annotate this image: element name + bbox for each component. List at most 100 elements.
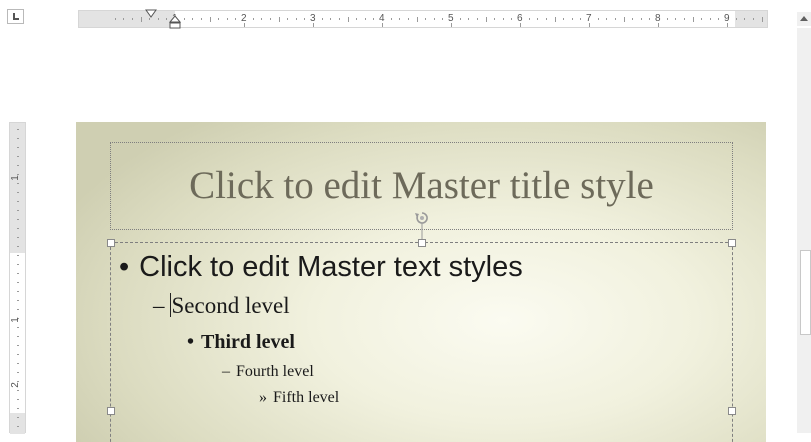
ruler-tick [287, 18, 289, 20]
ruler-tick [356, 18, 358, 20]
first-line-indent-icon[interactable] [145, 9, 157, 19]
ruler-major-tick [382, 23, 383, 27]
ruler-tick [183, 18, 185, 20]
ruler-tick [407, 18, 409, 20]
ruler-major-tick [451, 23, 452, 27]
ruler-tick [364, 18, 366, 20]
text-level-1-label: Click to edit Master text styles [139, 251, 523, 283]
ruler-tick [623, 16, 625, 22]
ruler-major-tick [727, 23, 728, 27]
ruler-tick [17, 417, 19, 418]
ruler-tick [347, 16, 349, 22]
ruler-tick [17, 309, 19, 310]
ruler-tick [528, 18, 530, 20]
ruler-tick [269, 18, 271, 20]
ruler-tick [399, 18, 401, 20]
slide-master-canvas[interactable]: Click to edit Master title style • Click … [76, 122, 766, 442]
tab-stop-selector-button[interactable] [7, 9, 24, 24]
ruler-major-tick [589, 23, 590, 27]
ruler-tick [614, 18, 616, 20]
ruler-major-tick [244, 23, 245, 27]
ruler-tick [494, 18, 496, 20]
ruler-tick [701, 18, 703, 20]
ruler-tick [17, 201, 19, 202]
ruler-major-tick [313, 23, 314, 27]
ruler-tick [17, 156, 19, 157]
ruler-tick [692, 16, 694, 22]
ruler-tick [17, 327, 19, 328]
ruler-tick [17, 228, 19, 229]
ruler-tick [632, 18, 634, 20]
ruler-tick [425, 18, 427, 20]
resize-handle-top-center[interactable] [418, 239, 426, 247]
ruler-tick [17, 336, 19, 337]
ruler-tick [17, 246, 19, 247]
text-level-2[interactable]: – Second level [153, 293, 290, 319]
text-level-5[interactable]: » Fifth level [259, 389, 339, 407]
ruler-tick [459, 18, 461, 20]
ruler-tick [537, 18, 539, 20]
ruler-number: 2 [9, 382, 21, 388]
ruler-tick [17, 237, 19, 238]
rotate-handle-icon[interactable] [412, 210, 432, 240]
text-level-2-label: Second level [171, 293, 290, 318]
resize-handle-middle-right[interactable] [728, 407, 736, 415]
ruler-tick [17, 363, 19, 364]
ruler-tick [373, 18, 375, 20]
body-text-placeholder[interactable]: • Click to edit Master text styles – Secon… [107, 239, 736, 442]
resize-handle-top-left[interactable] [107, 239, 115, 247]
bullet: – [153, 293, 165, 318]
ruler-major-tick [658, 23, 659, 27]
ruler-tick [226, 18, 228, 20]
text-level-5-label: Fifth level [273, 389, 340, 406]
text-level-1[interactable]: • Click to edit Master text styles [119, 251, 523, 284]
ruler-tick [545, 18, 547, 20]
ruler-tick [17, 219, 19, 220]
scrollbar-thumb[interactable] [800, 250, 811, 335]
ruler-tick [17, 264, 19, 265]
resize-handle-top-right[interactable] [728, 239, 736, 247]
ruler-tick [338, 18, 340, 20]
ruler-tick [752, 18, 754, 20]
text-level-4[interactable]: – Fourth level [222, 363, 314, 381]
ruler-tick [166, 18, 168, 20]
text-level-3[interactable]: • Third level [187, 331, 295, 354]
ruler-tick [666, 18, 668, 20]
bullet: • [119, 251, 130, 283]
scroll-up-arrow-icon[interactable] [797, 12, 811, 26]
title-placeholder-text[interactable]: Click to edit Master title style [111, 163, 732, 208]
bullet: » [259, 389, 267, 406]
ruler-tick [304, 18, 306, 20]
tab-stop-selector-icon [13, 13, 19, 20]
ruler-tick [114, 18, 116, 20]
ruler-tick [597, 18, 599, 20]
ruler-tick [468, 18, 470, 20]
vertical-ruler[interactable]: 1 1 2 [9, 122, 26, 434]
ruler-major-tick [520, 23, 521, 27]
ruler-tick [252, 18, 254, 20]
ruler-tick [17, 408, 19, 409]
ruler-tick [140, 16, 142, 22]
text-level-4-label: Fourth level [236, 363, 314, 380]
ruler-tick [321, 18, 323, 20]
ruler-tick [123, 18, 125, 20]
vertical-scrollbar[interactable] [797, 28, 811, 433]
horizontal-ruler[interactable]: 123456789 [78, 9, 768, 29]
ruler-tick [416, 16, 418, 22]
ruler-tick [580, 18, 582, 20]
ruler-tick [17, 390, 19, 391]
ruler-number: 1 [9, 317, 21, 323]
ruler-tick [502, 18, 504, 20]
ruler-tick [718, 18, 720, 20]
bullet: – [222, 363, 230, 380]
ruler-tick [261, 18, 263, 20]
ruler-tick [675, 18, 677, 20]
ruler-tick [17, 426, 19, 427]
ruler-tick [17, 300, 19, 301]
ruler-tick [17, 291, 19, 292]
resize-handle-middle-left[interactable] [107, 407, 115, 415]
ruler-tick [761, 16, 763, 22]
ruler-tick [563, 18, 565, 20]
ruler-tick [17, 183, 19, 184]
hanging-indent-icon[interactable] [169, 15, 181, 29]
